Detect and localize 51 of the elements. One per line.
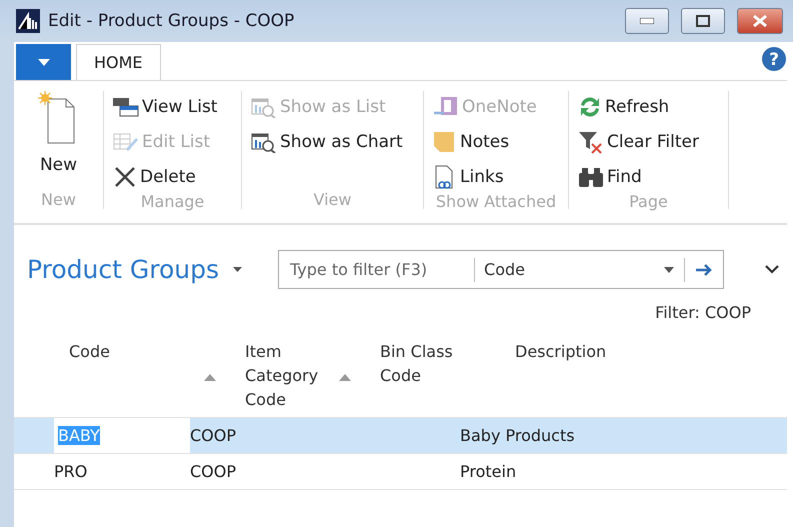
help-icon[interactable]: ? — [761, 46, 787, 72]
filter-column-dropdown[interactable]: Code — [475, 260, 664, 279]
ribbon-group-label: Show Attached — [436, 192, 556, 211]
table-cell: COOP — [190, 426, 236, 445]
table-cell: Baby Products — [460, 426, 575, 445]
ribbon-group-label: Manage — [140, 192, 204, 211]
window-title: Edit - Product Groups - COOP — [48, 11, 296, 31]
ribbon-button[interactable]: Notes — [432, 126, 510, 157]
list-magnifier-icon — [250, 96, 278, 118]
minimize-button[interactable] — [625, 8, 669, 34]
caret-icon — [38, 59, 50, 66]
sort-ascending-icon — [339, 374, 351, 381]
ribbon-button[interactable]: Show as Chart — [250, 126, 403, 157]
app-logo-icon — [16, 9, 40, 33]
ribbon-button[interactable]: View List — [112, 91, 218, 122]
column-header[interactable]: Code — [54, 340, 230, 418]
column-header[interactable]: Description — [500, 340, 793, 418]
ribbon-group-label: New — [41, 190, 76, 209]
table-row[interactable]: BABY COOP Baby Products — [14, 417, 787, 454]
close-button[interactable] — [737, 8, 783, 34]
chart-magnifier-icon — [250, 130, 278, 152]
table-cell: Protein — [460, 462, 516, 481]
chevron-down-icon[interactable] — [765, 265, 779, 274]
list-windows-icon — [112, 96, 140, 118]
ribbon-button[interactable]: Find — [577, 161, 642, 192]
column-header[interactable]: Bin Class Code — [365, 340, 500, 418]
table-cell: COOP — [190, 462, 236, 481]
table-cell: PRO — [54, 462, 88, 481]
maximize-icon — [696, 15, 710, 27]
ribbon-button[interactable]: Links — [432, 161, 504, 192]
edit-table-icon — [112, 130, 140, 152]
page-title: Product Groups — [27, 255, 220, 284]
ribbon-group-label: Page — [629, 192, 668, 211]
filter-label: Filter: COOP — [655, 303, 751, 322]
caret-icon[interactable] — [233, 267, 242, 272]
ribbon-group-label: View — [314, 190, 352, 209]
ribbon-button[interactable]: Refresh — [577, 91, 670, 122]
arrow-right-icon[interactable] — [695, 262, 714, 276]
sort-ascending-icon — [204, 374, 216, 381]
column-header[interactable]: Item Category Code — [230, 340, 365, 418]
ribbon-button[interactable]: Delete — [112, 161, 196, 192]
close-icon — [752, 15, 768, 27]
application-menu-button[interactable] — [16, 44, 71, 81]
delete-icon — [112, 166, 138, 188]
ribbon-tab[interactable]: HOME — [76, 44, 161, 80]
maximize-button[interactable] — [681, 8, 725, 34]
table-cell: BABY — [58, 426, 100, 445]
minimize-icon — [640, 18, 654, 24]
ribbon-button[interactable]: Clear Filter — [577, 126, 699, 157]
caret-icon[interactable] — [664, 266, 674, 272]
ribbon-button[interactable]: New — [38, 91, 80, 175]
